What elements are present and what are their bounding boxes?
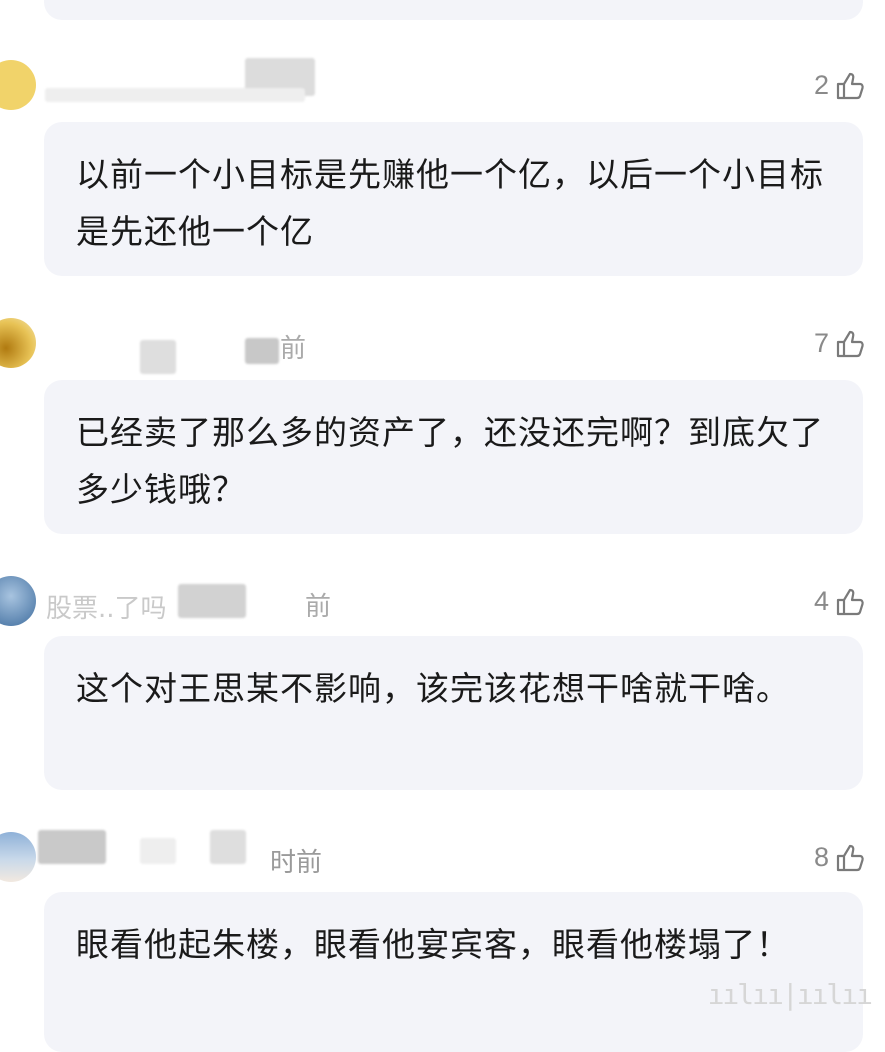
thumbs-up-icon bbox=[835, 71, 865, 101]
comment-meta: 前 7 bbox=[0, 318, 885, 378]
comment-body: 这个对王思某不影响，该完该花想干啥就干啥。 bbox=[76, 669, 790, 708]
comment-text: 以前一个小目标是先赚他一个亿，以后一个小目标是先还他一个亿 bbox=[44, 122, 863, 276]
watermark: ıılıı|ıılıı bbox=[707, 978, 873, 1011]
like-count: 2 bbox=[813, 70, 829, 100]
like-count: 7 bbox=[813, 328, 829, 358]
like-count: 8 bbox=[813, 842, 829, 872]
comment-meta: 2 bbox=[0, 58, 885, 118]
username-redacted bbox=[210, 830, 246, 864]
username-redacted bbox=[38, 830, 106, 864]
like-button[interactable]: 7 bbox=[814, 328, 865, 359]
username-redacted bbox=[178, 584, 246, 618]
username-redacted bbox=[245, 338, 279, 364]
like-count: 4 bbox=[813, 586, 829, 616]
comment-meta: 股票..了吗 前 4 bbox=[0, 574, 885, 634]
comment-body: 以前一个小目标是先赚他一个亿，以后一个小目标是先还他一个亿 bbox=[76, 155, 824, 251]
like-button[interactable]: 8 bbox=[814, 842, 865, 873]
like-button[interactable]: 4 bbox=[814, 586, 865, 617]
username-redacted bbox=[140, 340, 176, 374]
comment-body: 已经卖了那么多的资产了，还没还完啊？到底欠了多少钱哦？ bbox=[76, 413, 824, 509]
comment-time: 前 bbox=[280, 334, 307, 364]
avatar[interactable] bbox=[0, 60, 36, 110]
thumbs-up-icon bbox=[835, 329, 865, 359]
comment-text: 眼看他起朱楼，眼看他宴宾客，眼看他楼塌了！ bbox=[44, 892, 863, 1052]
comment-time: 前 bbox=[305, 592, 332, 622]
comment-text: 这个对王思某不影响，该完该花想干啥就干啥。 bbox=[44, 636, 863, 790]
comment-time: 时前 bbox=[270, 848, 323, 878]
username-redacted bbox=[140, 838, 176, 864]
username-faded: 股票..了吗 bbox=[46, 594, 167, 624]
username-redacted bbox=[45, 88, 305, 102]
comment-body: 眼看他起朱楼，眼看他宴宾客，眼看他楼塌了！ bbox=[76, 925, 790, 964]
thumbs-up-icon bbox=[835, 587, 865, 617]
avatar[interactable] bbox=[0, 576, 36, 626]
like-button[interactable]: 2 bbox=[814, 70, 865, 101]
comment-text: 已经卖了那么多的资产了，还没还完啊？到底欠了多少钱哦？ bbox=[44, 380, 863, 534]
comment-bubble-previous bbox=[44, 0, 863, 20]
avatar[interactable] bbox=[0, 832, 36, 882]
avatar[interactable] bbox=[0, 318, 36, 368]
comment-meta: 时前 8 bbox=[0, 828, 885, 888]
thumbs-up-icon bbox=[835, 843, 865, 873]
